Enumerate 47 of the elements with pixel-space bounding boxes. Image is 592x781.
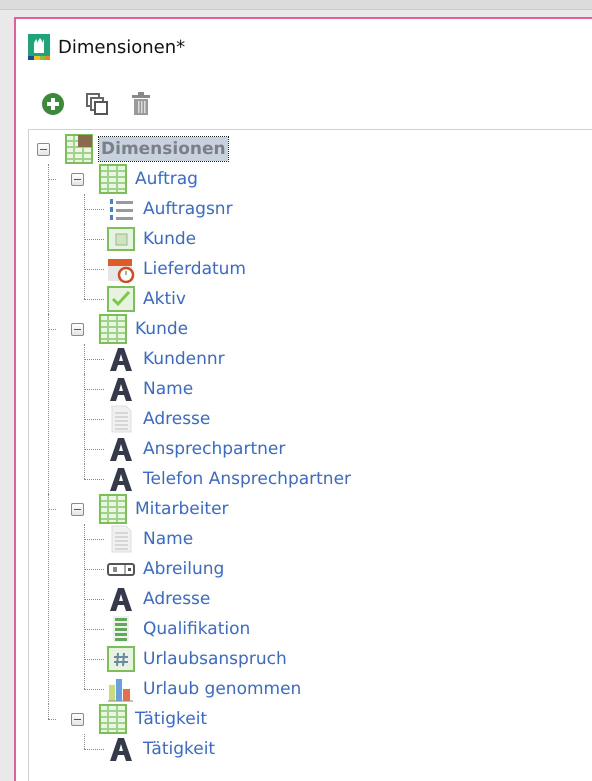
add-icon [41,92,65,116]
tree-item[interactable]: Auftragsnr [141,197,235,221]
tree-item[interactable]: Kunde [141,227,198,251]
tree-item[interactable]: Tätigkeit [133,707,210,731]
table-icon [99,164,127,194]
letter-icon [107,345,135,373]
app-logo [28,34,50,60]
window-title: Dimensionen* [58,36,186,58]
letter-icon [107,585,135,613]
tree-item[interactable]: Dimensionen [99,137,228,161]
table-icon [99,314,127,344]
number-field-icon [107,645,135,673]
tree-item[interactable]: Ansprechpartner [141,437,288,461]
collapse-toggle[interactable] [71,172,84,186]
tree-item[interactable]: Aktiv [141,287,188,311]
tree-item[interactable]: Qualifikation [141,617,252,641]
letter-icon [107,435,135,463]
tree-item[interactable]: Tätigkeit [141,737,218,761]
tree-item[interactable]: Abreilung [141,557,226,581]
tree-item[interactable]: Urlaub genommen [141,677,304,701]
lookup-field-icon [107,225,135,253]
letter-icon [107,465,135,493]
tree-item[interactable]: Telefon Ansprechpartner [141,467,354,491]
tree-item[interactable]: Urlaubsanspruch [141,647,289,671]
letter-icon [107,375,135,403]
delete-icon [131,92,151,116]
tree-item[interactable]: Lieferdatum [141,257,248,281]
copy-button[interactable] [84,91,110,117]
collapse-toggle[interactable] [71,712,84,726]
table-icon [99,704,127,734]
tree-item[interactable]: Auftrag [133,167,200,191]
tree-item[interactable]: Name [141,377,196,401]
collapse-toggle[interactable] [71,322,84,336]
tree-item[interactable]: Adresse [141,407,212,431]
letter-icon [107,735,135,763]
collapse-toggle[interactable] [37,142,50,156]
copy-icon [85,92,109,116]
table-icon [65,134,93,164]
tree-item[interactable]: Kundennr [141,347,227,371]
table-icon [99,494,127,524]
add-button[interactable] [40,91,66,117]
collapse-toggle[interactable] [71,502,84,516]
tree-item[interactable]: Mitarbeiter [133,497,231,521]
tree-item[interactable]: Kunde [133,317,190,341]
tree-item[interactable]: Adresse [141,587,212,611]
tree-item[interactable]: Name [141,527,196,551]
checkbox-icon [107,285,135,313]
